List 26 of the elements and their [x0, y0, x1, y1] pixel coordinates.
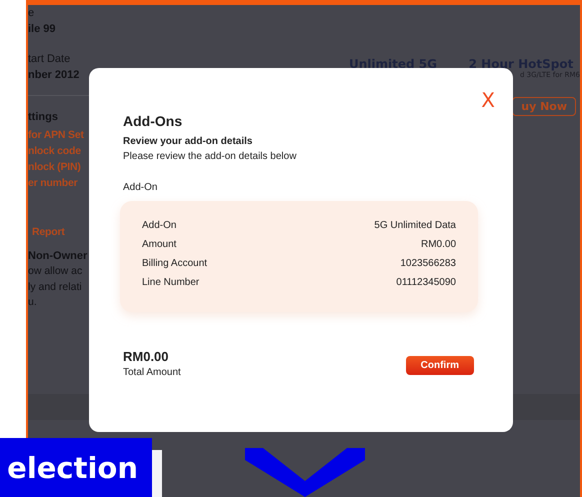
banner-panel [152, 450, 162, 497]
detail-label: Add-On [142, 219, 176, 233]
detail-value: 5G Unlimited Data [374, 219, 456, 233]
report-link[interactable]: Report [32, 224, 65, 240]
field-label: tart Date [28, 52, 70, 67]
detail-value: 1023566283 [400, 257, 456, 271]
total-amount: RM0.00 [123, 349, 170, 364]
detail-label: Line Number [142, 276, 200, 290]
banner-title: election [7, 450, 138, 484]
total-label: Total Amount [123, 367, 181, 378]
detail-label: Billing Account [142, 257, 208, 271]
dialog-title: Add-Ons [123, 113, 182, 129]
settings-link[interactable]: for APN Set [28, 127, 84, 143]
section-title: Non-Owner [28, 249, 88, 264]
settings-link[interactable]: nlock (PIN) [28, 159, 81, 175]
detail-value: RM0.00 [420, 238, 456, 252]
close-button[interactable]: X [481, 90, 495, 110]
settings-link[interactable]: nlock code [28, 143, 81, 159]
section-title: ttings [28, 110, 58, 125]
settings-link[interactable]: er number [28, 175, 78, 191]
detail-label: Amount [142, 238, 176, 252]
dialog-description: Please review the add-on details below [123, 151, 296, 162]
confirm-button[interactable]: Confirm [406, 356, 474, 375]
dialog-subtitle: Review your add-on details [123, 136, 252, 147]
detail-value: 01112345090 [396, 276, 456, 290]
section-label: Add-On [123, 182, 158, 193]
